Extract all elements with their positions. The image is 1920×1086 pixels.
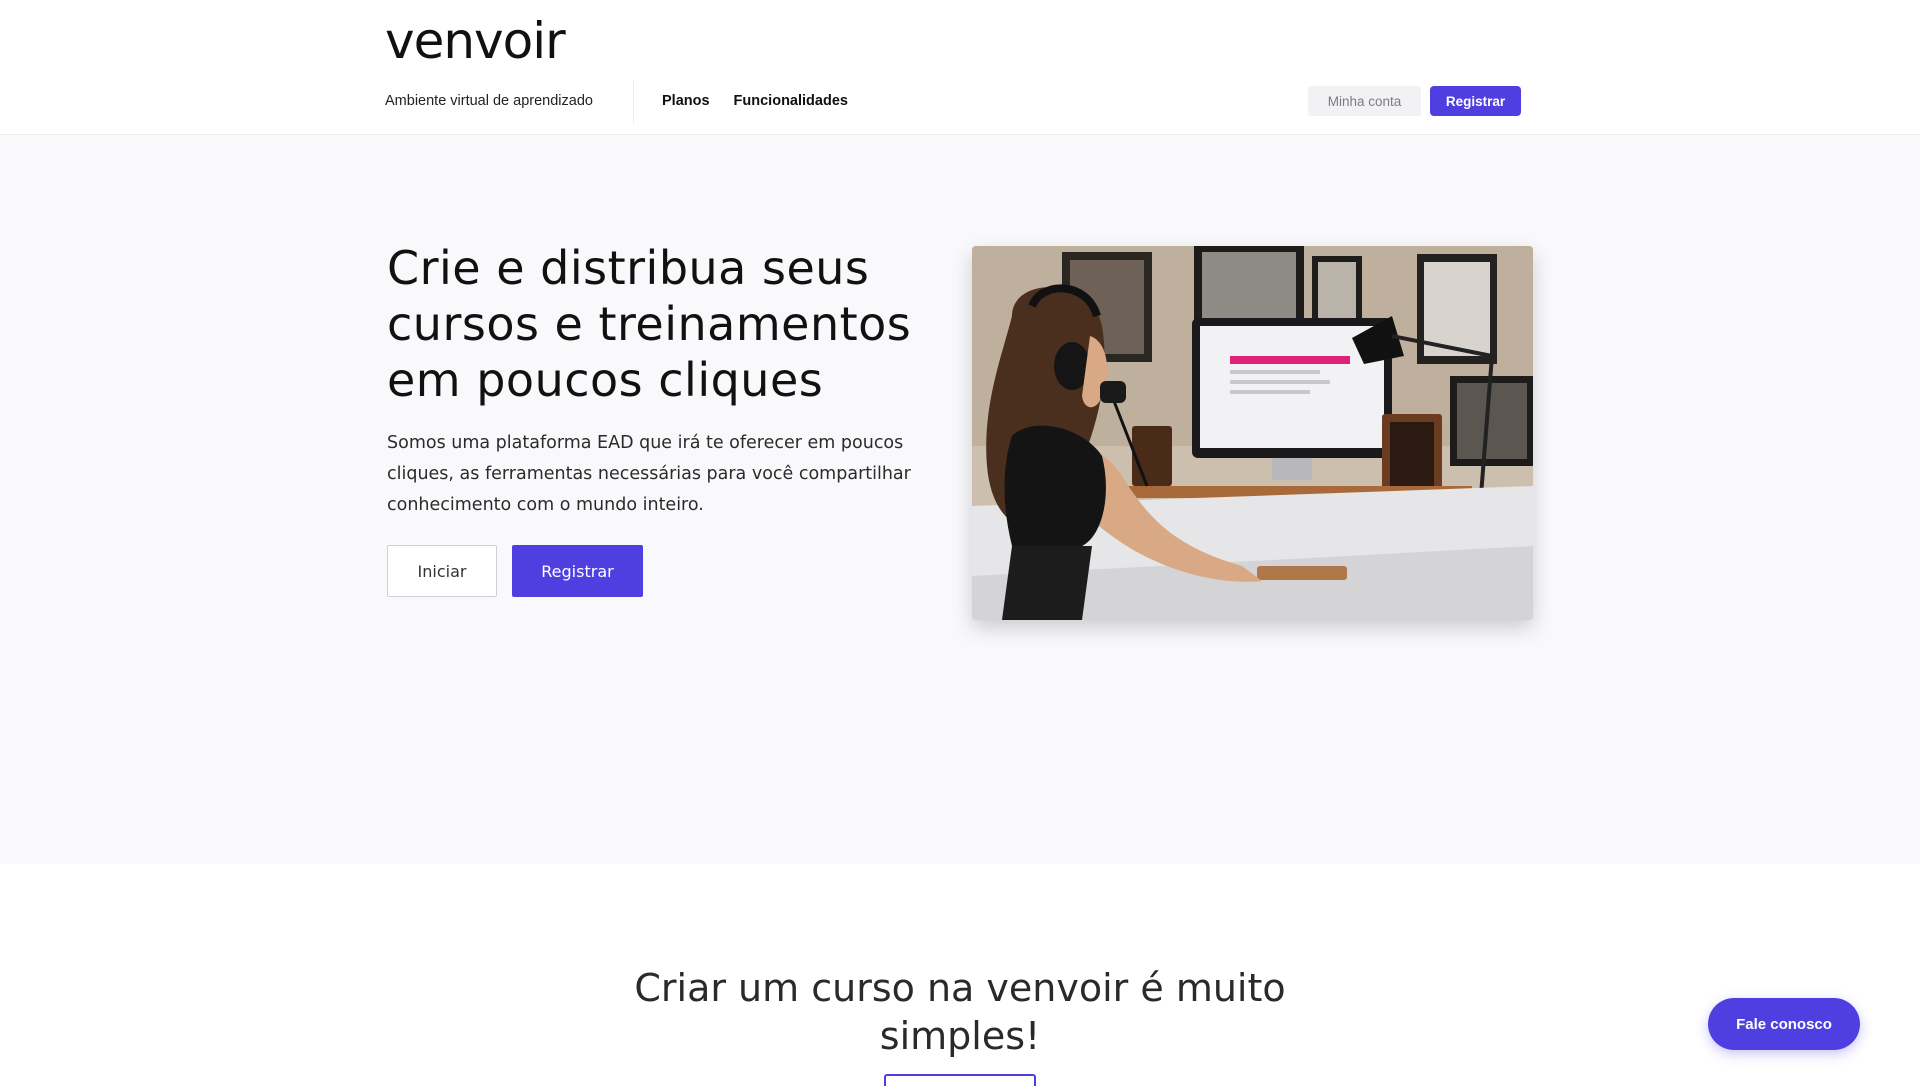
my-account-button[interactable]: Minha conta [1308,86,1421,116]
section-title: Criar um curso na venvoir é muito simple… [634,966,1286,1058]
main-nav: Planos Funcionalidades [662,91,848,111]
nav-link-funcionalidades[interactable]: Funcionalidades [734,91,848,111]
nav-divider [633,80,634,124]
section-button-edge[interactable] [884,1074,1036,1086]
start-button[interactable]: Iniciar [387,545,497,597]
contact-us-button[interactable]: Fale conosco [1708,998,1860,1050]
tagline: Ambiente virtual de aprendizado [385,93,593,109]
hero-title: Crie e distribua seus cursos e treinamen… [387,241,912,407]
header-register-button[interactable]: Registrar [1430,86,1521,116]
hero-register-button[interactable]: Registrar [512,545,643,597]
hero-section: Crie e distribua seus cursos e treinamen… [0,136,1920,864]
site-header: venvoir Ambiente virtual de aprendizado … [0,0,1920,135]
hero-photo [972,246,1533,620]
logo[interactable]: venvoir [385,10,566,72]
hero-description: Somos uma plataforma EAD que irá te ofer… [387,433,911,515]
how-it-works-section: Criar um curso na venvoir é muito simple… [0,864,1920,1086]
nav-link-planos[interactable]: Planos [662,91,710,111]
